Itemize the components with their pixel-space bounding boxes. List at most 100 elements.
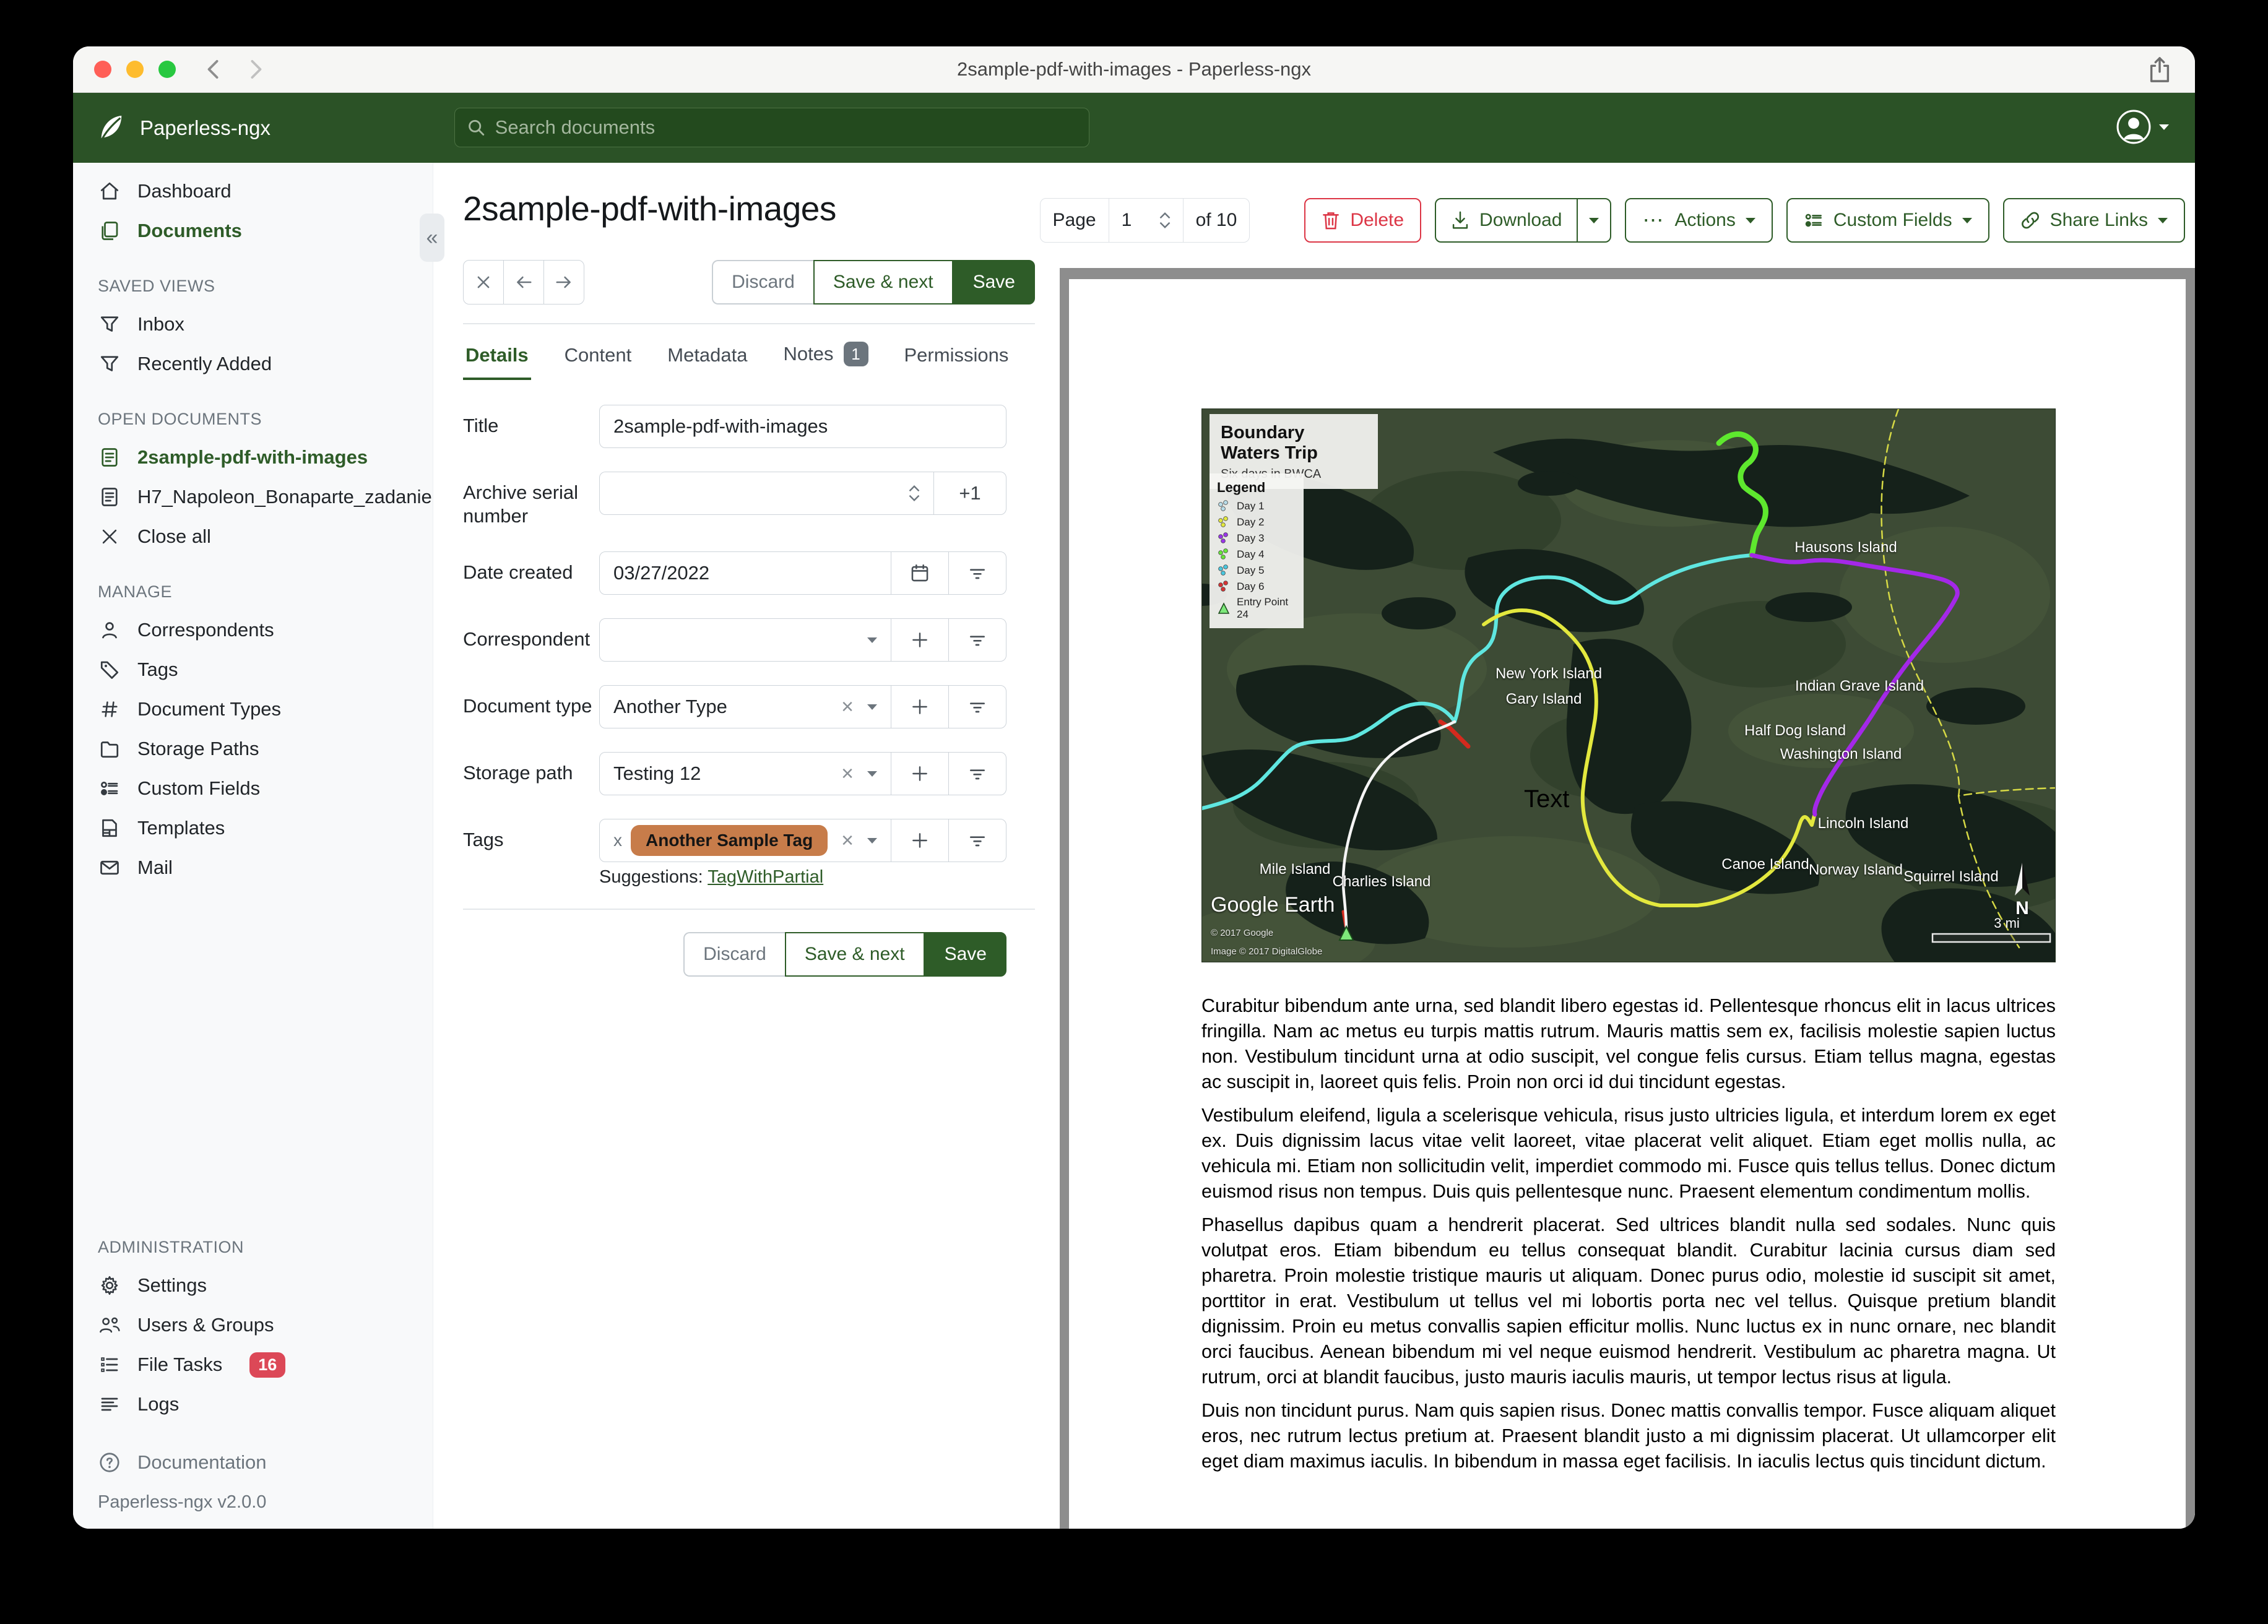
tab-notes[interactable]: Notes 1 xyxy=(781,326,871,380)
sidebar-item-settings[interactable]: Settings xyxy=(73,1266,433,1305)
save-button[interactable]: Save xyxy=(924,932,1006,977)
caret-down-icon xyxy=(2158,217,2168,223)
zoom-window-button[interactable] xyxy=(158,61,176,78)
page-number-input[interactable]: 1 xyxy=(1108,199,1183,242)
sidebar-item-2sample-pdf-with-images[interactable]: 2sample-pdf-with-images xyxy=(73,438,433,477)
remove-tag-icon[interactable]: x xyxy=(613,831,622,850)
sidebar-item-label: 2sample-pdf-with-images xyxy=(137,446,368,468)
date-created-input[interactable] xyxy=(613,562,877,584)
date-filter-button[interactable] xyxy=(948,551,1006,595)
page-stepper[interactable] xyxy=(1159,212,1171,228)
sidebar-item-h7-napoleon-bonaparte-zadanie[interactable]: H7_Napoleon_Bonaparte_zadanie xyxy=(73,477,433,517)
sidebar-item-logs[interactable]: Logs xyxy=(73,1384,433,1424)
caret-down-icon xyxy=(1962,217,1972,223)
save-next-button[interactable]: Save & next xyxy=(813,260,953,304)
sidebar-item-label: H7_Napoleon_Bonaparte_zadanie xyxy=(137,486,432,508)
tag-chip[interactable]: Another Sample Tag xyxy=(631,825,828,856)
filter-lines-icon xyxy=(970,702,985,713)
download-button[interactable]: Download xyxy=(1436,199,1577,241)
add-tag-button[interactable] xyxy=(891,819,949,862)
discard-button[interactable]: Discard xyxy=(683,932,785,977)
add-correspondent-button[interactable] xyxy=(891,618,949,662)
close-window-button[interactable] xyxy=(94,61,111,78)
add-document-type-button[interactable] xyxy=(891,685,949,728)
actions-button[interactable]: ⋯ Actions xyxy=(1625,198,1773,243)
search-input[interactable] xyxy=(495,116,1076,139)
share-links-button[interactable]: Share Links xyxy=(2002,198,2185,243)
trash-icon xyxy=(1323,212,1340,230)
correspondent-select[interactable] xyxy=(599,618,891,662)
sidebar-item-document-types[interactable]: Document Types xyxy=(73,689,433,729)
suggestion-link[interactable]: TagWithPartial xyxy=(708,867,823,887)
paperless-leaf-logo-icon xyxy=(100,115,122,141)
title-input[interactable] xyxy=(613,415,992,438)
save-actions-top: Discard Save & next Save xyxy=(712,260,1035,304)
user-menu[interactable] xyxy=(2116,109,2169,145)
sidebar-item-recently-added[interactable]: Recently Added xyxy=(73,344,433,384)
clear-icon[interactable]: × xyxy=(841,696,854,717)
tab-permissions[interactable]: Permissions xyxy=(902,328,1011,380)
asn-input[interactable] xyxy=(599,472,934,515)
download-options-button[interactable] xyxy=(1577,199,1610,241)
map-label: Lincoln Island xyxy=(1817,815,1909,832)
save-button[interactable]: Save xyxy=(953,260,1035,304)
sidebar-collapse-button[interactable]: « xyxy=(420,214,444,262)
clear-icon[interactable]: × xyxy=(841,763,854,784)
minimize-window-button[interactable] xyxy=(126,61,144,78)
sidebar-item-documentation[interactable]: Documentation xyxy=(73,1443,433,1482)
asn-stepper[interactable] xyxy=(909,485,920,501)
save-next-button[interactable]: Save & next xyxy=(784,932,925,977)
divider xyxy=(463,909,1035,910)
ellipsis-icon: ⋯ xyxy=(1642,209,1665,232)
sidebar-item-mail[interactable]: Mail xyxy=(73,848,433,888)
legend-swatch xyxy=(1217,548,1231,561)
sidebar-item-file-tasks[interactable]: File Tasks 16 xyxy=(73,1345,433,1384)
map-credit-google: © 2017 Google xyxy=(1211,928,1274,938)
app-brand[interactable]: Paperless-ngx xyxy=(73,113,433,143)
close-document-button[interactable] xyxy=(463,260,504,304)
search-bar[interactable] xyxy=(454,108,1089,147)
pdf-preview-panel[interactable]: Boundary Waters Trip Six days in BWCA Le… xyxy=(1060,268,2195,1529)
filter-lines-icon xyxy=(970,836,985,847)
divider xyxy=(463,323,1035,324)
sidebar-item-tags[interactable]: Tags xyxy=(73,650,433,689)
sidebar-item-label: Users & Groups xyxy=(137,1314,274,1336)
delete-button[interactable]: Delete xyxy=(1304,198,1422,243)
tags-filter-button[interactable] xyxy=(948,819,1006,862)
custom-fields-button[interactable]: Custom Fields xyxy=(1786,198,1989,243)
previous-document-button[interactable] xyxy=(503,260,544,304)
page-title: 2sample-pdf-with-images xyxy=(463,189,836,228)
tags-select[interactable]: x Another Sample Tag × xyxy=(599,819,891,862)
discard-button[interactable]: Discard xyxy=(712,260,813,304)
map-label: Text xyxy=(1524,785,1570,813)
sidebar-item-inbox[interactable]: Inbox xyxy=(73,304,433,344)
sidebar-item-custom-fields[interactable]: Custom Fields xyxy=(73,769,433,808)
document-type-select[interactable]: Another Type × xyxy=(599,685,891,728)
sidebar-item-templates[interactable]: Templates xyxy=(73,808,433,848)
calendar-button[interactable] xyxy=(891,551,949,595)
tab-details[interactable]: Details xyxy=(463,328,531,380)
user-avatar-icon xyxy=(2116,110,2151,144)
sidebar-item-users-groups[interactable]: Users & Groups xyxy=(73,1305,433,1345)
caret-down-icon xyxy=(867,837,877,844)
correspondent-filter-button[interactable] xyxy=(948,618,1006,662)
browser-forward-icon[interactable] xyxy=(246,59,265,80)
sidebar-item-dashboard[interactable]: Dashboard xyxy=(73,171,433,211)
add-storage-path-button[interactable] xyxy=(891,752,949,795)
sidebar-item-storage-paths[interactable]: Storage Paths xyxy=(73,729,433,769)
storage-path-filter-button[interactable] xyxy=(948,752,1006,795)
document-type-filter-button[interactable] xyxy=(948,685,1006,728)
sidebar-item-documents[interactable]: Documents xyxy=(73,211,433,251)
sidebar-item-close-all[interactable]: Close all xyxy=(73,517,433,556)
sidebar-item-correspondents[interactable]: Correspondents xyxy=(73,610,433,650)
browser-back-icon[interactable] xyxy=(204,59,223,80)
tab-metadata[interactable]: Metadata xyxy=(665,328,750,380)
share-icon[interactable] xyxy=(2147,55,2173,85)
asn-plus-one-button[interactable]: +1 xyxy=(933,472,1006,515)
storage-path-select[interactable]: Testing 12 × xyxy=(599,752,891,795)
sidebar-item-label: Recently Added xyxy=(137,353,272,374)
tab-content[interactable]: Content xyxy=(562,328,634,380)
field-label: Title xyxy=(463,415,499,436)
next-document-button[interactable] xyxy=(543,260,584,304)
clear-icon[interactable]: × xyxy=(841,830,854,851)
